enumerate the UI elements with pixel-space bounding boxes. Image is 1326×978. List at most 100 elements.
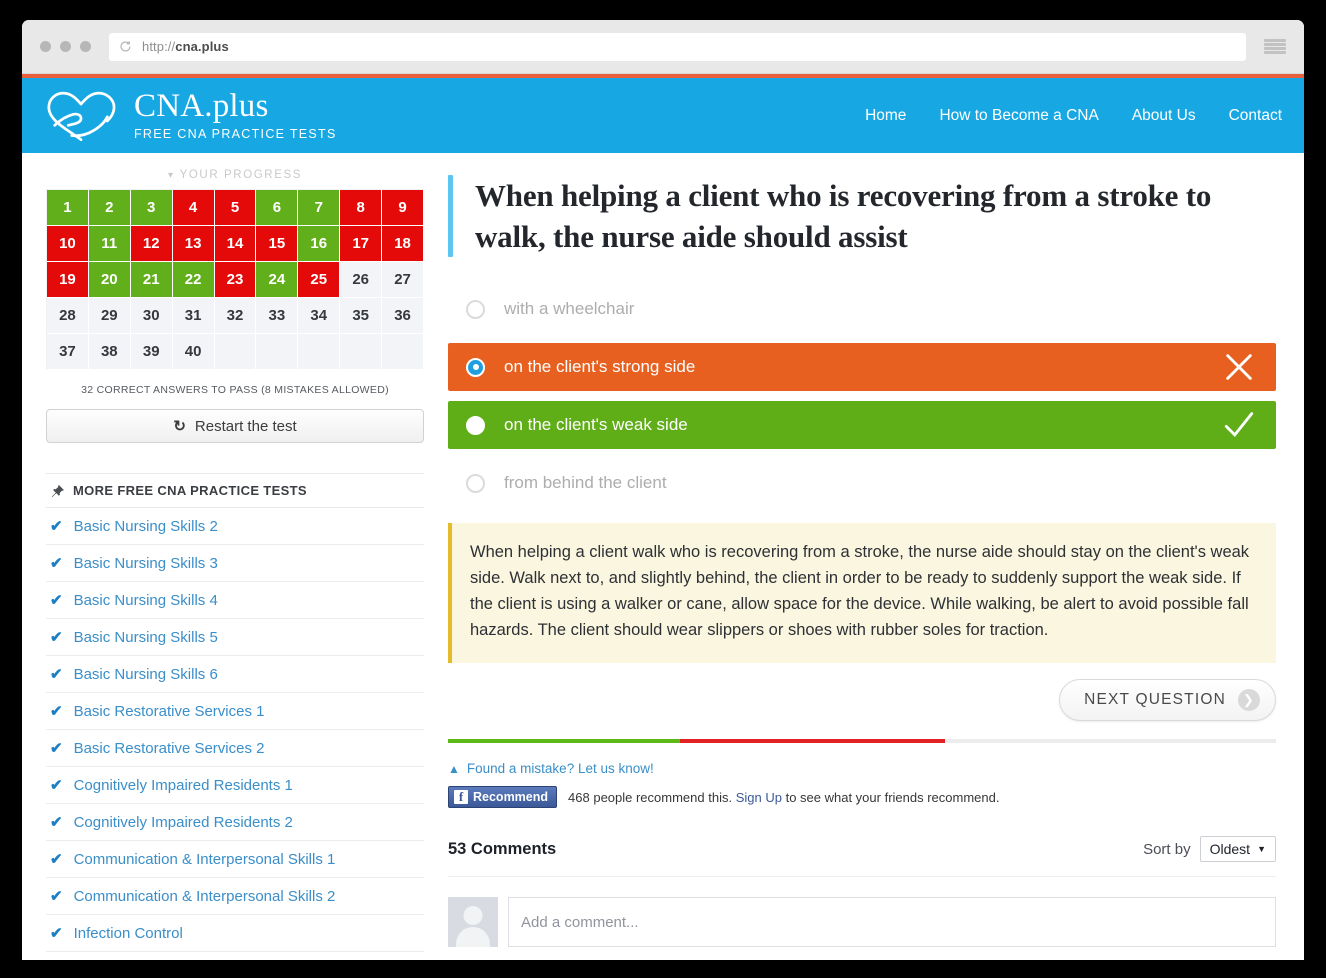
more-tests-item-label: Communication & Interpersonal Skills 1 <box>73 850 336 868</box>
progress-cell[interactable]: 9 <box>382 190 424 226</box>
more-tests-item-label: Basic Nursing Skills 6 <box>73 665 218 683</box>
progress-cell[interactable]: 34 <box>298 298 341 334</box>
next-question-label: NEXT QUESTION <box>1084 691 1226 708</box>
add-comment-input[interactable] <box>508 897 1276 947</box>
progress-cell[interactable]: 1 <box>47 190 89 226</box>
more-tests-item[interactable]: ✔ Cognitively Impaired Residents 1 <box>46 767 424 804</box>
check-icon: ✔ <box>50 555 63 572</box>
check-icon: ✔ <box>50 703 63 720</box>
answer-option[interactable]: from behind the client <box>448 459 1276 507</box>
more-tests-item[interactable]: ✔ Basic Nursing Skills 4 <box>46 582 424 619</box>
facebook-tail-text: to see what your friends recommend. <box>785 789 1000 805</box>
report-mistake-link[interactable]: ▲ Found a mistake? Let us know! <box>448 743 1276 786</box>
more-tests-item[interactable]: ✔ Basic Nursing Skills 5 <box>46 619 424 656</box>
more-tests-item[interactable]: ✔ Basic Restorative Services 2 <box>46 730 424 767</box>
progress-cell[interactable]: 33 <box>256 298 299 334</box>
more-tests-item[interactable]: ✔ Infection Control <box>46 915 424 952</box>
maximize-window-dot[interactable] <box>80 41 91 52</box>
progress-cell[interactable]: 10 <box>47 226 89 262</box>
progress-header[interactable]: ▾ YOUR PROGRESS <box>46 163 424 189</box>
facebook-signup-link[interactable]: Sign Up <box>736 790 782 805</box>
restart-test-label: Restart the test <box>194 417 297 435</box>
close-window-dot[interactable] <box>40 41 51 52</box>
progress-cell[interactable]: 17 <box>340 226 383 262</box>
more-tests-item[interactable]: ✔ Communication & Interpersonal Skills 2 <box>46 878 424 915</box>
radio-button-icon[interactable] <box>466 473 485 493</box>
progress-cell[interactable]: 21 <box>130 262 173 298</box>
brand-logo-block[interactable]: CNA.plus FREE CNA PRACTICE TESTS <box>42 88 337 144</box>
more-tests-header: MORE FREE CNA PRACTICE TESTS <box>46 473 424 508</box>
progress-cell[interactable]: 16 <box>298 226 341 262</box>
progress-cell[interactable]: 6 <box>256 190 299 226</box>
radio-button-icon[interactable] <box>466 415 485 435</box>
more-tests-item[interactable]: ✔ Basic Nursing Skills 3 <box>46 545 424 582</box>
sort-order-select[interactable]: Oldest ▼ <box>1199 836 1276 862</box>
progress-cell[interactable]: 40 <box>172 334 215 370</box>
add-comment-row <box>448 877 1276 947</box>
check-icon: ✔ <box>50 851 63 868</box>
progress-cell[interactable]: 23 <box>214 262 257 298</box>
more-tests-item-label: Cognitively Impaired Residents 1 <box>73 776 293 794</box>
progress-cell[interactable]: 28 <box>47 298 89 334</box>
progress-cell[interactable]: 5 <box>214 190 257 226</box>
progress-cell[interactable]: 39 <box>130 334 173 370</box>
progress-cell[interactable]: 18 <box>382 226 424 262</box>
radio-button-icon[interactable] <box>466 357 485 377</box>
pass-requirement-note: 32 CORRECT ANSWERS TO PASS (8 MISTAKES A… <box>81 384 389 396</box>
progress-cell[interactable]: 22 <box>172 262 215 298</box>
progress-cell[interactable]: 3 <box>130 190 173 226</box>
progress-cell[interactable]: 38 <box>88 334 131 370</box>
comments-header: 53 Comments Sort by Oldest ▼ <box>448 808 1276 877</box>
more-tests-item[interactable]: ✔ Basic Restorative Services 1 <box>46 693 424 730</box>
more-tests-item[interactable]: ✔ Cognitively Impaired Residents 2 <box>46 804 424 841</box>
nav-item-home[interactable]: Home <box>865 107 906 125</box>
answer-option[interactable]: with a wheelchair <box>448 285 1276 333</box>
facebook-recommend-widget: f Recommend 468 people recommend this. S… <box>448 786 1276 808</box>
hamburger-menu-icon[interactable] <box>1264 38 1286 55</box>
progress-cell[interactable]: 7 <box>298 190 341 226</box>
progress-cell[interactable]: 19 <box>47 262 89 298</box>
progress-cell[interactable]: 36 <box>382 298 424 334</box>
restart-test-button[interactable]: ↻ Restart the test <box>46 409 424 443</box>
progress-cell[interactable]: 29 <box>88 298 131 334</box>
progress-cell[interactable]: 2 <box>88 190 131 226</box>
more-tests-item[interactable]: ✔ Communication & Interpersonal Skills 1 <box>46 841 424 878</box>
reload-icon[interactable] <box>119 40 132 53</box>
facebook-recommend-button[interactable]: f Recommend <box>448 786 558 808</box>
progress-cell[interactable]: 37 <box>47 334 89 370</box>
progress-cell[interactable]: 8 <box>340 190 383 226</box>
radio-button-icon[interactable] <box>466 299 485 319</box>
progress-cell[interactable]: 25 <box>298 262 341 298</box>
browser-window: http://cna.plus CNA.plus FREE CNA PRACTI… <box>22 20 1304 960</box>
nav-item-contact[interactable]: Contact <box>1229 107 1282 125</box>
check-icon: ✔ <box>50 518 63 535</box>
more-tests-item[interactable]: ✔ Basic Nursing Skills 6 <box>46 656 424 693</box>
check-icon <box>1224 412 1254 438</box>
main-navigation: Home How to Become a CNA About Us Contac… <box>865 107 1282 125</box>
more-tests-item[interactable]: ✔ Basic Nursing Skills 2 <box>46 508 424 545</box>
progress-cell[interactable]: 11 <box>88 226 131 262</box>
progress-cell[interactable]: 4 <box>172 190 215 226</box>
progress-cell[interactable]: 15 <box>256 226 299 262</box>
facebook-recommend-label: Recommend <box>473 790 549 804</box>
cross-icon <box>1226 354 1252 381</box>
progress-cell[interactable]: 31 <box>172 298 215 334</box>
progress-cell[interactable]: 20 <box>88 262 131 298</box>
progress-cell[interactable]: 27 <box>382 262 424 298</box>
progress-cell[interactable]: 24 <box>256 262 299 298</box>
answer-option[interactable]: on the client's weak side <box>448 401 1276 450</box>
progress-cell[interactable]: 12 <box>130 226 173 262</box>
progress-cell[interactable]: 26 <box>340 262 383 298</box>
progress-cell[interactable]: 32 <box>214 298 257 334</box>
progress-cell[interactable]: 35 <box>340 298 383 334</box>
address-bar[interactable]: http://cna.plus <box>109 32 1246 61</box>
minimize-window-dot[interactable] <box>60 41 71 52</box>
progress-cell[interactable]: 14 <box>214 226 257 262</box>
more-tests-item-label: Communication & Interpersonal Skills 2 <box>73 887 336 905</box>
progress-cell[interactable]: 30 <box>130 298 173 334</box>
nav-item-about-us[interactable]: About Us <box>1132 107 1196 125</box>
nav-item-how-to-become-a-cna[interactable]: How to Become a CNA <box>939 107 1098 125</box>
answer-option[interactable]: on the client's strong side <box>448 343 1276 392</box>
progress-cell[interactable]: 13 <box>172 226 215 262</box>
next-question-button[interactable]: NEXT QUESTION ❯ <box>1059 679 1276 721</box>
